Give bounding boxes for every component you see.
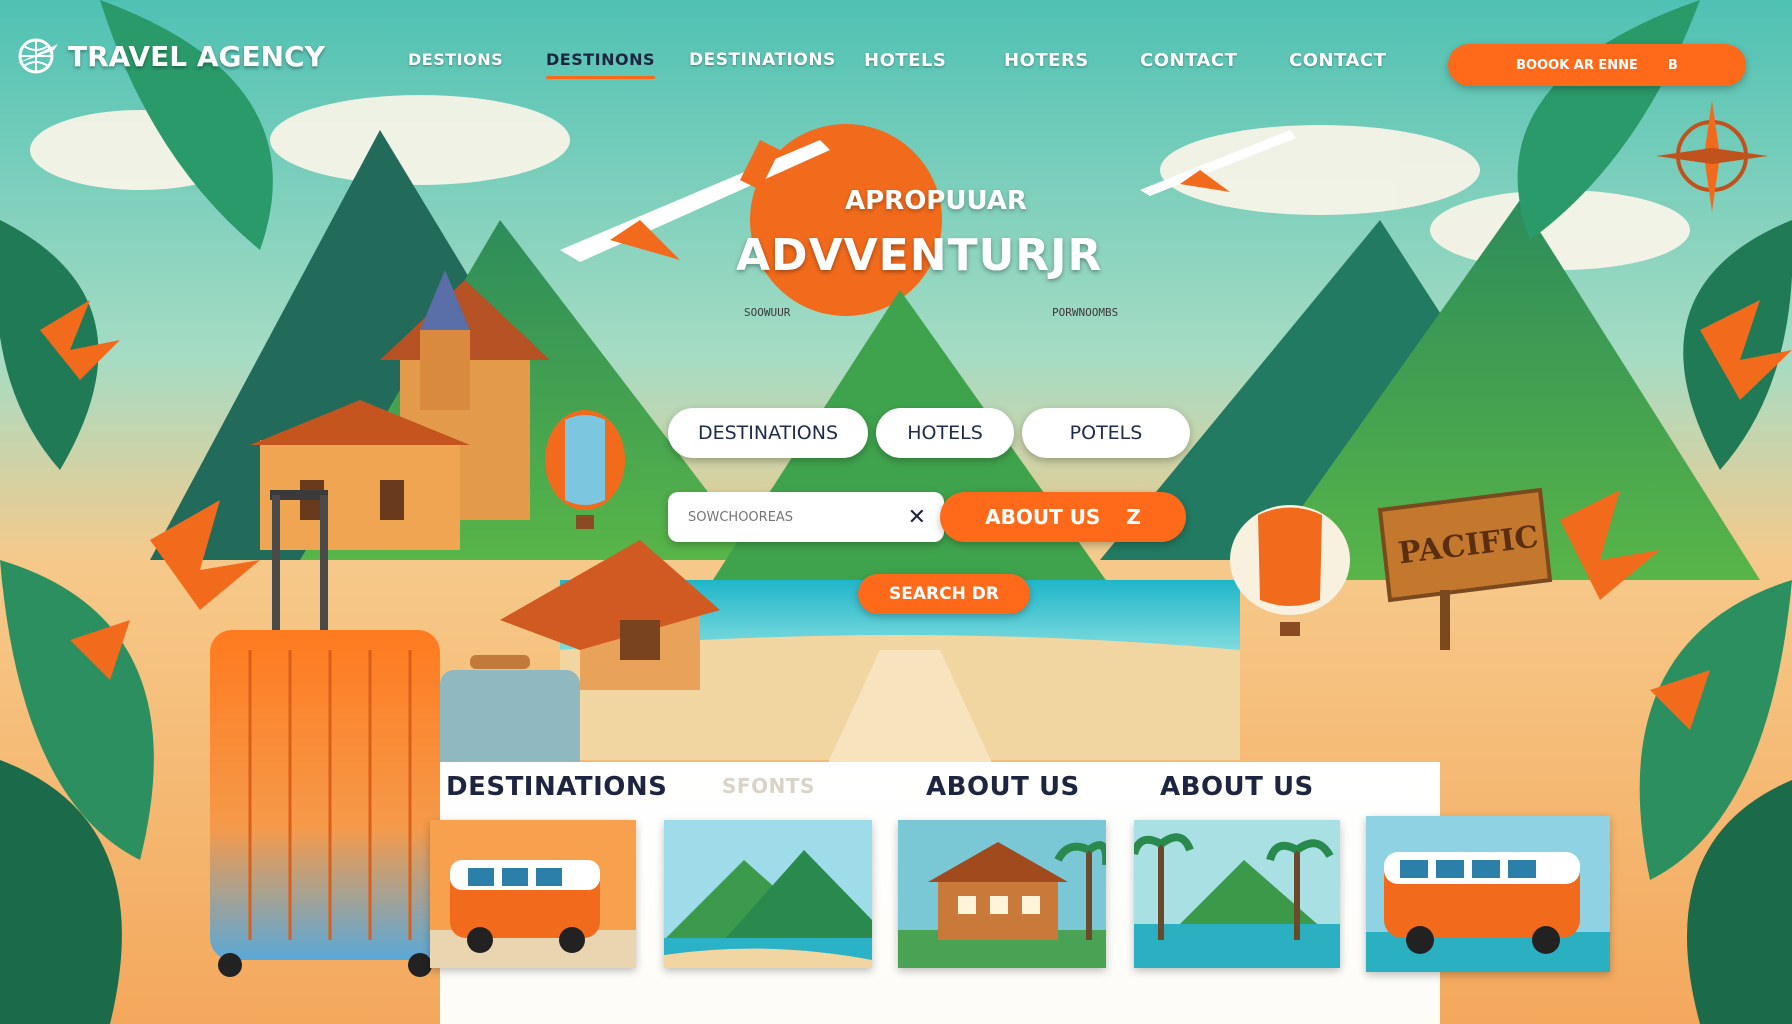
nav-link-destinons[interactable]: DESTINONS — [546, 50, 656, 79]
section-about-us-2[interactable]: ABOUT US — [1160, 772, 1314, 802]
book-now-suffix: B — [1667, 57, 1678, 73]
filter-hotels[interactable]: HOTELS — [876, 408, 1014, 458]
about-us-suffix: Z — [1126, 505, 1141, 529]
lagoon-palms-card[interactable] — [1134, 820, 1340, 968]
about-us-button[interactable]: ABOUT US Z — [940, 492, 1186, 542]
hero-kicker: APROPUUAR — [845, 186, 1027, 216]
hero-left-subtitle: SOOWUUR — [744, 306, 791, 319]
nav-link-hoters[interactable]: HOTERS — [1004, 50, 1089, 71]
section-about-us[interactable]: ABOUT US — [926, 772, 1080, 802]
tropical-house-card[interactable] — [898, 820, 1106, 968]
filter-destinations[interactable]: DESTINATIONS — [668, 408, 868, 458]
nav-link-destinations[interactable]: DESTINATIONS — [689, 50, 836, 70]
section-destinations[interactable]: DESTINATIONS — [446, 772, 667, 802]
book-now-button[interactable]: BOOOK AR ENNE B — [1448, 44, 1746, 86]
beach-van-card[interactable] — [1366, 816, 1610, 972]
about-us-label: ABOUT US — [985, 505, 1101, 529]
logo[interactable]: TRAVEL AGENCY — [14, 36, 325, 76]
book-now-label: BOOOK AR ENNE — [1516, 57, 1638, 73]
globe-plane-icon — [14, 36, 60, 76]
orange-van-card[interactable] — [430, 820, 636, 968]
section-sfonts[interactable]: SFONTS — [722, 774, 815, 798]
search-button[interactable]: SEARCH DR — [858, 574, 1030, 614]
close-icon[interactable]: ✕ — [908, 505, 926, 530]
brand-name: TRAVEL AGENCY — [68, 39, 325, 73]
nav-link-contact-2[interactable]: CONTACT — [1289, 50, 1386, 71]
nav-link-contact[interactable]: CONTACT — [1140, 50, 1237, 71]
filter-potels[interactable]: POTELS — [1022, 408, 1190, 458]
hero-right-subtitle: PORWNOOMBS — [1052, 306, 1119, 319]
hero-headline: ADVVENTURJR — [736, 230, 1103, 281]
search-input[interactable] — [686, 508, 908, 526]
nav-link-destions[interactable]: DESTIONS — [408, 50, 503, 69]
search-bar[interactable]: ✕ — [668, 492, 944, 542]
nav-link-hotels[interactable]: HOTELS — [864, 50, 946, 71]
mountain-coast-card[interactable] — [664, 820, 872, 968]
